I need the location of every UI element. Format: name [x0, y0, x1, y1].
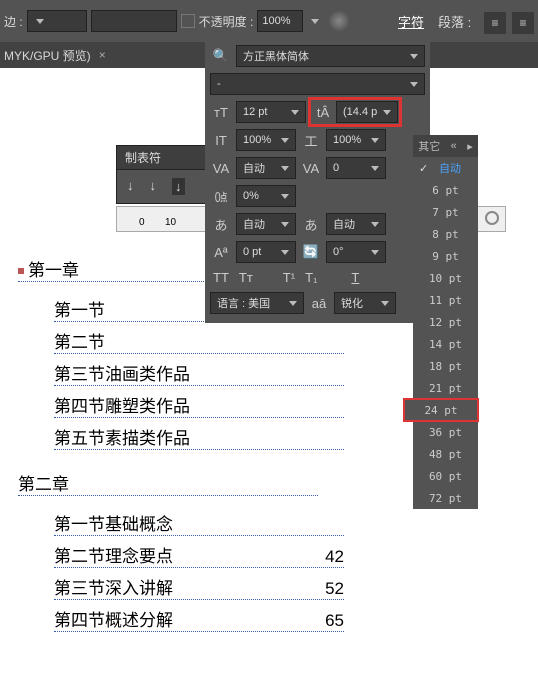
toc-item[interactable]: 第二节理念要点42: [54, 542, 344, 568]
hscale-select[interactable]: 100%: [326, 129, 386, 151]
aki-right-select[interactable]: 自动: [326, 213, 386, 235]
tab-center-icon[interactable]: ↓: [150, 178, 157, 195]
magnet-icon[interactable]: [485, 211, 499, 225]
language-select[interactable]: 语言 : 美国: [210, 292, 304, 314]
underline-icon[interactable]: T: [351, 270, 359, 285]
align-left-icon[interactable]: ≡: [484, 12, 506, 34]
chevron-down-icon: [410, 82, 418, 87]
superscript-icon[interactable]: T¹: [283, 270, 295, 285]
font-size-icon: тT: [210, 101, 232, 123]
ruler-mark: 10: [165, 217, 176, 228]
toc-item[interactable]: 第五节素描类作品: [54, 424, 344, 450]
tabstops-header[interactable]: 制表符: [117, 146, 205, 170]
dropdown-item[interactable]: 6 pt: [413, 179, 478, 201]
aki-right-icon: あ: [300, 213, 322, 235]
dropdown-header: 其它 « ▸: [413, 135, 478, 157]
dropdown-item[interactable]: 11 pt: [413, 289, 478, 311]
font-style-select[interactable]: -: [210, 73, 425, 95]
tsume-icon: ㍘: [210, 185, 232, 207]
font-size-select[interactable]: 12 pt: [236, 101, 306, 123]
hscale-icon: 工: [300, 129, 322, 151]
doc-title: MYK/GPU 预览): [4, 47, 91, 64]
smallcaps-icon[interactable]: Tт: [239, 270, 253, 285]
toc-item[interactable]: 第四节雕塑类作品: [54, 392, 344, 418]
font-family-select[interactable]: 方正黑体简体: [236, 45, 425, 67]
field-1[interactable]: [91, 10, 177, 32]
character-panel: 🔍 方正黑体简体 - тT 12 pt tÂ (14.4 p IT 100% 工…: [205, 42, 430, 323]
dropdown-item[interactable]: 21 pt: [413, 377, 478, 399]
baseline-shift-icon: Aª: [210, 241, 232, 263]
tsume-select[interactable]: 0%: [236, 185, 296, 207]
close-icon[interactable]: ▸: [467, 140, 473, 153]
toc-item[interactable]: 第三节油画类作品: [54, 360, 344, 386]
search-icon[interactable]: 🔍: [210, 45, 232, 67]
dropdown-item[interactable]: 60 pt: [413, 465, 478, 487]
tabstops-panel: 制表符 ↓ ↓ ↓: [116, 145, 206, 204]
chevron-down-icon: [383, 110, 391, 115]
dropdown-header-label: 其它: [418, 138, 440, 154]
dropdown-item-auto[interactable]: ✓自动: [413, 157, 478, 179]
ruler-mark: 0: [139, 217, 145, 228]
toc-item[interactable]: 第二节: [54, 328, 344, 354]
chevron-down-icon: [36, 19, 44, 24]
check-icon: ✓: [419, 162, 428, 175]
tab-right-icon[interactable]: ↓: [172, 178, 185, 195]
stroke-label: 边 :: [4, 13, 23, 30]
tracking-icon: VA: [300, 157, 322, 179]
type-style-row: TT Tт T¹ T₁ T: [205, 266, 430, 289]
dropdown-item[interactable]: 8 pt: [413, 223, 478, 245]
dropdown-item[interactable]: 10 pt: [413, 267, 478, 289]
vscale-icon: IT: [210, 129, 232, 151]
options-bar: 边 : 不透明度 : 字符 段落 : ≡ ≡: [0, 0, 538, 42]
toc-item[interactable]: 第三节深入讲解52: [54, 574, 344, 600]
chevron-down-icon: [410, 54, 418, 59]
stroke-select[interactable]: [27, 10, 87, 32]
kerning-icon: VA: [210, 157, 232, 179]
document-tab[interactable]: MYK/GPU 预览) ×: [4, 47, 106, 64]
chevron-down-icon: [291, 110, 299, 115]
dropdown-item[interactable]: 36 pt: [413, 421, 478, 443]
close-icon[interactable]: ×: [99, 48, 106, 62]
dropdown-item[interactable]: 12 pt: [413, 311, 478, 333]
dropdown-item[interactable]: 18 pt: [413, 355, 478, 377]
toc-chapter-2[interactable]: 第二章: [18, 470, 318, 496]
toc-item[interactable]: 第一节基础概念: [54, 510, 344, 536]
tab-paragraph[interactable]: 段落 :: [438, 12, 471, 31]
tab-left-icon[interactable]: ↓: [127, 178, 134, 195]
aki-left-select[interactable]: 自动: [236, 213, 296, 235]
baseline-select[interactable]: 0 pt: [236, 241, 296, 263]
opacity-label: 不透明度 :: [199, 13, 254, 30]
globe-icon[interactable]: [329, 11, 349, 31]
dropdown-item[interactable]: 24 pt: [404, 399, 478, 421]
char-rotate-icon: 🔄: [300, 241, 322, 263]
leading-select[interactable]: (14.4 p: [336, 101, 398, 123]
dropdown-item[interactable]: 9 pt: [413, 245, 478, 267]
subscript-icon[interactable]: T₁: [305, 270, 317, 285]
align-center-icon[interactable]: ≡: [512, 12, 534, 34]
dropdown-item[interactable]: 14 pt: [413, 333, 478, 355]
para-align-buttons: ≡ ≡: [484, 12, 534, 34]
rotation-select[interactable]: 0°: [326, 241, 386, 263]
vscale-select[interactable]: 100%: [236, 129, 296, 151]
leading-icon: tÂ: [312, 101, 334, 123]
kerning-select[interactable]: 自动: [236, 157, 296, 179]
antialias-icon: aā: [308, 292, 330, 314]
dropdown-item[interactable]: 48 pt: [413, 443, 478, 465]
dropdown-item[interactable]: 72 pt: [413, 487, 478, 509]
allcaps-icon[interactable]: TT: [213, 270, 229, 285]
toc-item[interactable]: 第四节概述分解65: [54, 606, 344, 632]
aki-left-icon: あ: [210, 213, 232, 235]
opacity-input[interactable]: [257, 10, 303, 32]
swatch-icon[interactable]: [181, 14, 195, 28]
collapse-icon[interactable]: «: [451, 140, 457, 152]
dropdown-item[interactable]: 7 pt: [413, 201, 478, 223]
antialias-select[interactable]: 锐化: [334, 292, 396, 314]
tracking-select[interactable]: 0: [326, 157, 386, 179]
chevron-down-icon[interactable]: [311, 19, 319, 24]
panel-tabs: 字符 段落 :: [398, 12, 471, 31]
tab-character[interactable]: 字符: [398, 12, 424, 31]
leading-dropdown[interactable]: ✓自动 6 pt7 pt8 pt9 pt10 pt11 pt12 pt14 pt…: [413, 157, 478, 509]
